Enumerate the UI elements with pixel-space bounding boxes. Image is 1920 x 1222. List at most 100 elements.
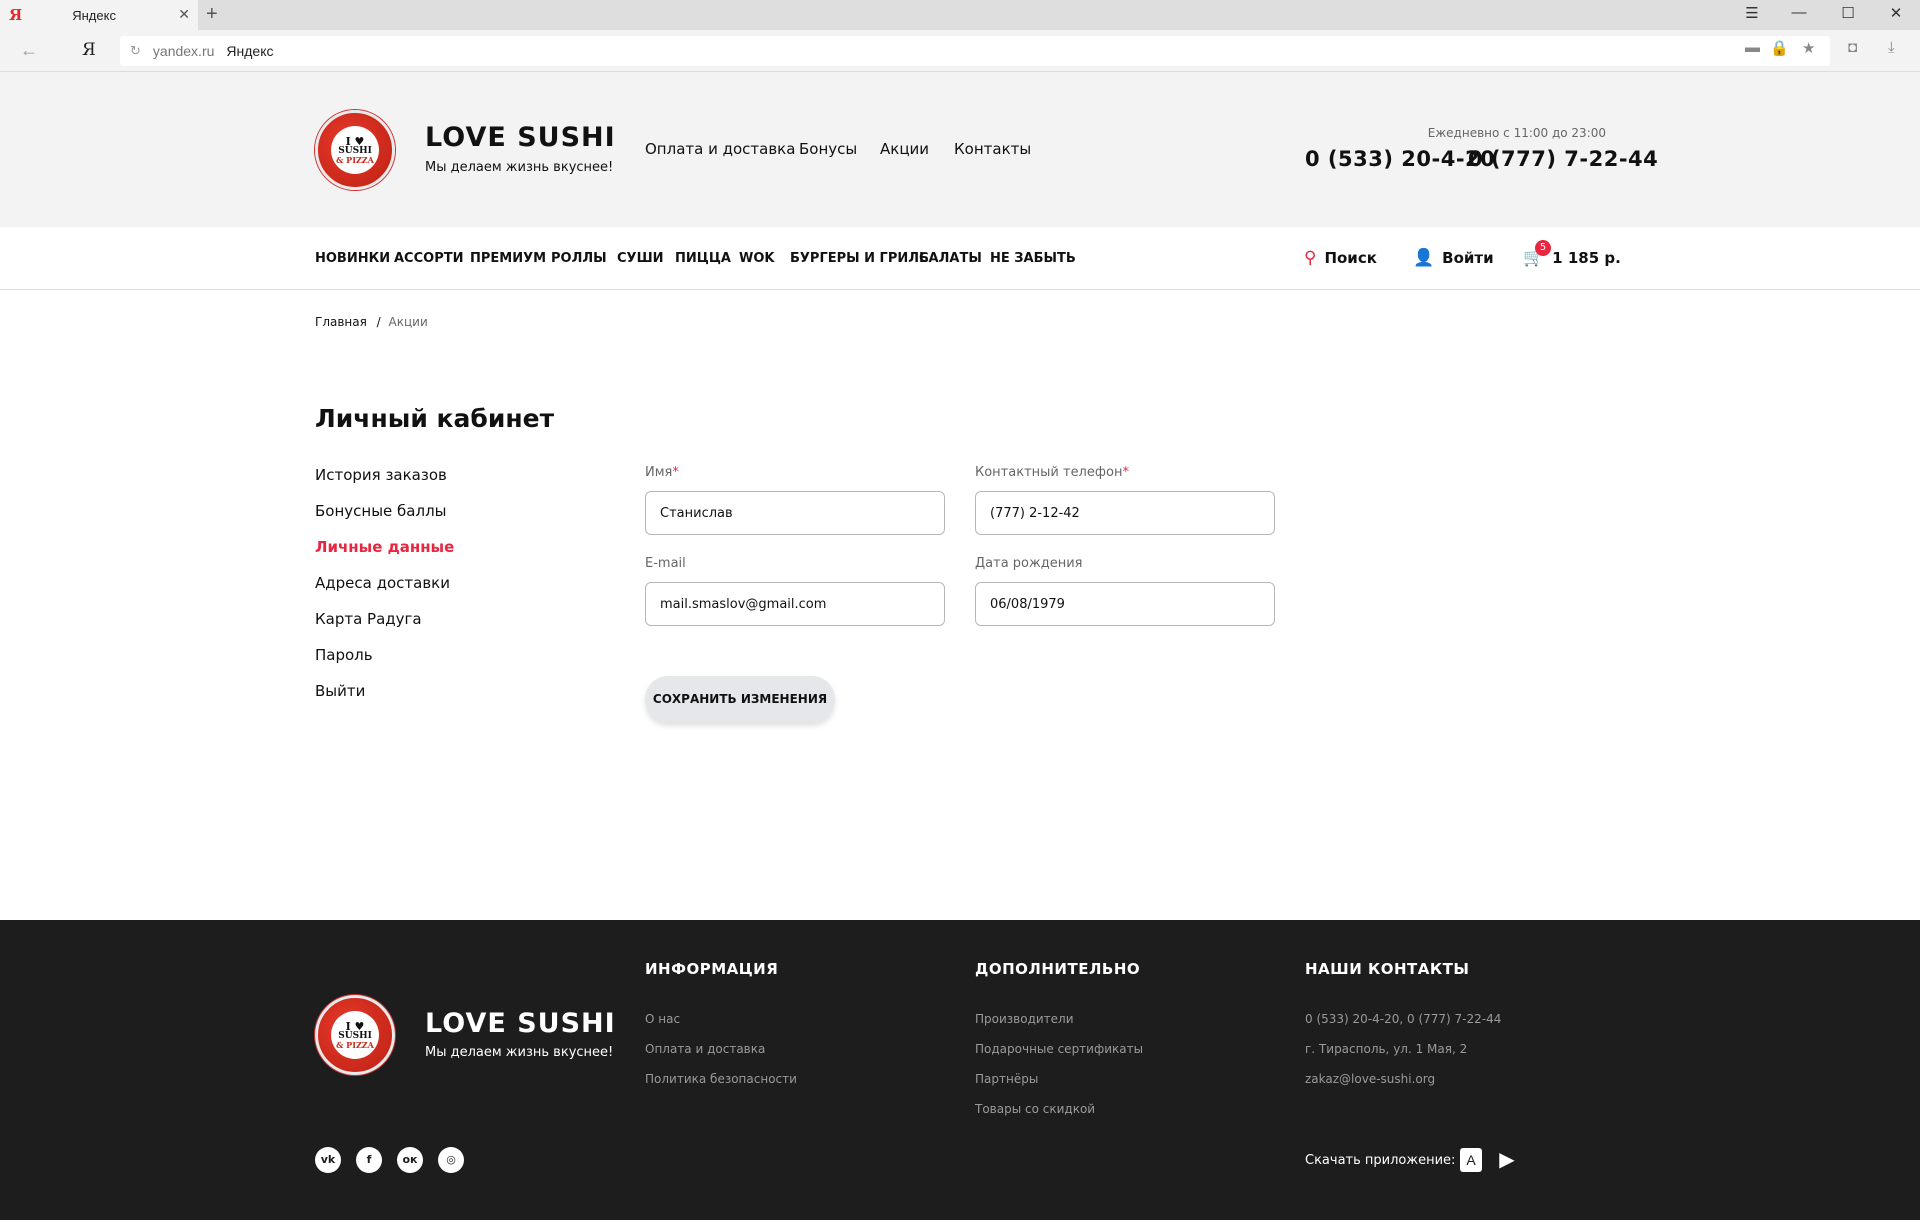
- category-assorti[interactable]: АССОРТИ: [394, 251, 463, 266]
- logo-line-3: & PIZZA: [336, 155, 374, 165]
- app-store-icon[interactable]: A: [1460, 1148, 1482, 1172]
- new-tab-icon[interactable]: +: [206, 3, 218, 26]
- sidebar-item-bonus[interactable]: Бонусные баллы: [315, 502, 447, 520]
- menu-icon[interactable]: ☰: [1732, 4, 1772, 22]
- search-icon: ⚲: [1304, 248, 1317, 268]
- window-close-icon[interactable]: ✕: [1876, 4, 1916, 22]
- footer: I ♥ SUSHI & PIZZA LOVE SUSHI Мы делаем ж…: [0, 920, 1920, 1220]
- login-button[interactable]: 👤 Войти: [1413, 248, 1494, 268]
- address-page-title: Яндекс: [226, 43, 274, 59]
- logo-emblem: I ♥ SUSHI & PIZZA: [331, 126, 379, 174]
- footer-brand-name[interactable]: LOVE SUSHI: [425, 1008, 616, 1039]
- maximize-icon[interactable]: ☐: [1828, 4, 1868, 22]
- opening-hours: Ежедневно с 11:00 до 23:00: [1427, 126, 1606, 140]
- footer-link-delivery[interactable]: Оплата и доставка: [645, 1042, 765, 1056]
- footer-contact-phones[interactable]: 0 (533) 20-4-20, 0 (777) 7-22-44: [1305, 1012, 1501, 1026]
- login-label: Войти: [1442, 249, 1494, 267]
- download-icon[interactable]: ⤓: [1888, 39, 1895, 56]
- required-mark: *: [672, 465, 679, 480]
- footer-link-privacy[interactable]: Политика безопасности: [645, 1072, 797, 1086]
- category-wok[interactable]: WOK: [739, 251, 774, 266]
- lock-icon[interactable]: 🔒: [1770, 39, 1789, 57]
- app-download-label: Скачать приложение:: [1305, 1153, 1456, 1168]
- category-dont-forget[interactable]: НЕ ЗАБЫТЬ: [990, 251, 1076, 266]
- cart-total: 1 185 р.: [1552, 249, 1621, 267]
- nav-promotions[interactable]: Акции: [880, 140, 929, 158]
- minimize-icon[interactable]: —: [1779, 4, 1819, 21]
- brand-slogan: Мы делаем жизнь вкуснее!: [425, 160, 614, 175]
- back-arrow-icon[interactable]: ←: [20, 40, 38, 61]
- page-title: Личный кабинет: [315, 404, 555, 433]
- sidebar-item-addresses[interactable]: Адреса доставки: [315, 574, 450, 592]
- category-new[interactable]: НОВИНКИ: [315, 251, 390, 266]
- footer-link-about[interactable]: О нас: [645, 1012, 680, 1026]
- footer-link-producers[interactable]: Производители: [975, 1012, 1074, 1026]
- phone-2[interactable]: 0 (777) 7-22-44: [1468, 147, 1658, 171]
- phone-field[interactable]: [975, 491, 1275, 535]
- name-field[interactable]: [645, 491, 945, 535]
- yandex-favicon-icon: Я: [9, 6, 23, 24]
- search-label: Поиск: [1324, 249, 1377, 267]
- footer-logo-emblem: I ♥ SUSHI & PIZZA: [331, 1011, 379, 1059]
- phone-label-text: Контактный телефон: [975, 465, 1123, 480]
- sidebar-item-raduga-card[interactable]: Карта Радуга: [315, 610, 422, 628]
- email-field[interactable]: [645, 582, 945, 626]
- sidebar-item-logout[interactable]: Выйти: [315, 682, 365, 700]
- category-pizza[interactable]: ПИЦЦА: [675, 251, 731, 266]
- logo-icon[interactable]: I ♥ SUSHI & PIZZA: [315, 110, 395, 190]
- footer-contacts-title: НАШИ КОНТАКТЫ: [1305, 960, 1470, 978]
- sidebar-item-orders[interactable]: История заказов: [315, 466, 447, 484]
- breadcrumb-separator: /: [376, 315, 381, 329]
- cart-button[interactable]: 🛒 5 1 185 р.: [1523, 240, 1621, 268]
- footer-extra-title: ДОПОЛНИТЕЛЬНО: [975, 960, 1141, 978]
- extension-icon[interactable]: ◘: [1848, 39, 1857, 56]
- birthdate-label: Дата рождения: [975, 556, 1083, 571]
- footer-logo-icon[interactable]: I ♥ SUSHI & PIZZA: [315, 995, 395, 1075]
- footer-link-discounts[interactable]: Товары со скидкой: [975, 1102, 1095, 1116]
- reload-icon[interactable]: ↻: [130, 43, 141, 59]
- breadcrumb-current: Акции: [388, 315, 428, 329]
- sidebar-item-password[interactable]: Пароль: [315, 646, 373, 664]
- save-changes-button[interactable]: СОХРАНИТЬ ИЗМЕНЕНИЯ: [645, 676, 835, 722]
- category-rolls[interactable]: РОЛЛЫ: [551, 251, 607, 266]
- instagram-icon[interactable]: ◎: [438, 1147, 464, 1173]
- phone-label: Контактный телефон*: [975, 465, 1129, 480]
- birthdate-field[interactable]: [975, 582, 1275, 626]
- address-field[interactable]: ↻ yandex.ru Яндекс: [120, 36, 1830, 66]
- category-sushi[interactable]: СУШИ: [617, 251, 664, 266]
- odnoklassniki-icon[interactable]: ок: [397, 1147, 423, 1173]
- category-burgers[interactable]: БУРГЕРЫ И ГРИЛЬ: [790, 251, 929, 266]
- yandex-logo-icon[interactable]: Я: [82, 40, 96, 60]
- tab-close-icon[interactable]: ✕: [178, 6, 190, 23]
- phone-1[interactable]: 0 (533) 20-4-20: [1305, 147, 1495, 171]
- footer-contact-address: г. Тирасполь, ул. 1 Мая, 2: [1305, 1042, 1468, 1056]
- footer-link-partners[interactable]: Партнёры: [975, 1072, 1038, 1086]
- browser-tab-bar: Я Яндекс ✕ + ☰ — ☐ ✕: [0, 0, 1920, 30]
- browser-tab[interactable]: Я Яндекс ✕: [0, 0, 198, 30]
- category-salads[interactable]: САЛАТЫ: [919, 251, 982, 266]
- brand-name[interactable]: LOVE SUSHI: [425, 122, 616, 153]
- category-premium[interactable]: ПРЕМИУМ: [470, 251, 546, 266]
- nav-bonuses[interactable]: Бонусы: [799, 140, 857, 158]
- facebook-icon[interactable]: f: [356, 1147, 382, 1173]
- sidebar-item-personal-data[interactable]: Личные данные: [315, 538, 454, 556]
- tab-title: Яндекс: [72, 7, 116, 23]
- bookmark-star-icon[interactable]: ★: [1802, 39, 1815, 57]
- footer-logo-line-3: & PIZZA: [336, 1040, 374, 1050]
- nav-delivery[interactable]: Оплата и доставка: [645, 140, 795, 158]
- vk-icon[interactable]: vk: [315, 1147, 341, 1173]
- footer-brand-slogan: Мы делаем жизнь вкуснее!: [425, 1045, 614, 1060]
- search-button[interactable]: ⚲ Поиск: [1304, 248, 1377, 268]
- footer-link-gift-cards[interactable]: Подарочные сертификаты: [975, 1042, 1143, 1056]
- nav-contacts[interactable]: Контакты: [954, 140, 1031, 158]
- email-label: E-mail: [645, 556, 686, 571]
- cart-icon: 🛒 5: [1523, 240, 1551, 268]
- comment-icon[interactable]: ▬: [1745, 39, 1760, 56]
- address-domain: yandex.ru: [152, 43, 215, 59]
- cart-count-badge: 5: [1535, 240, 1551, 256]
- google-play-icon[interactable]: ▶: [1496, 1148, 1518, 1172]
- browser-address-bar: ← Я ↻ yandex.ru Яндекс ▬ 🔒 ★ ◘ ⤓: [0, 30, 1920, 72]
- footer-contact-email[interactable]: zakaz@love-sushi.org: [1305, 1072, 1435, 1086]
- breadcrumb-home[interactable]: Главная: [315, 315, 367, 329]
- name-label: Имя*: [645, 465, 679, 480]
